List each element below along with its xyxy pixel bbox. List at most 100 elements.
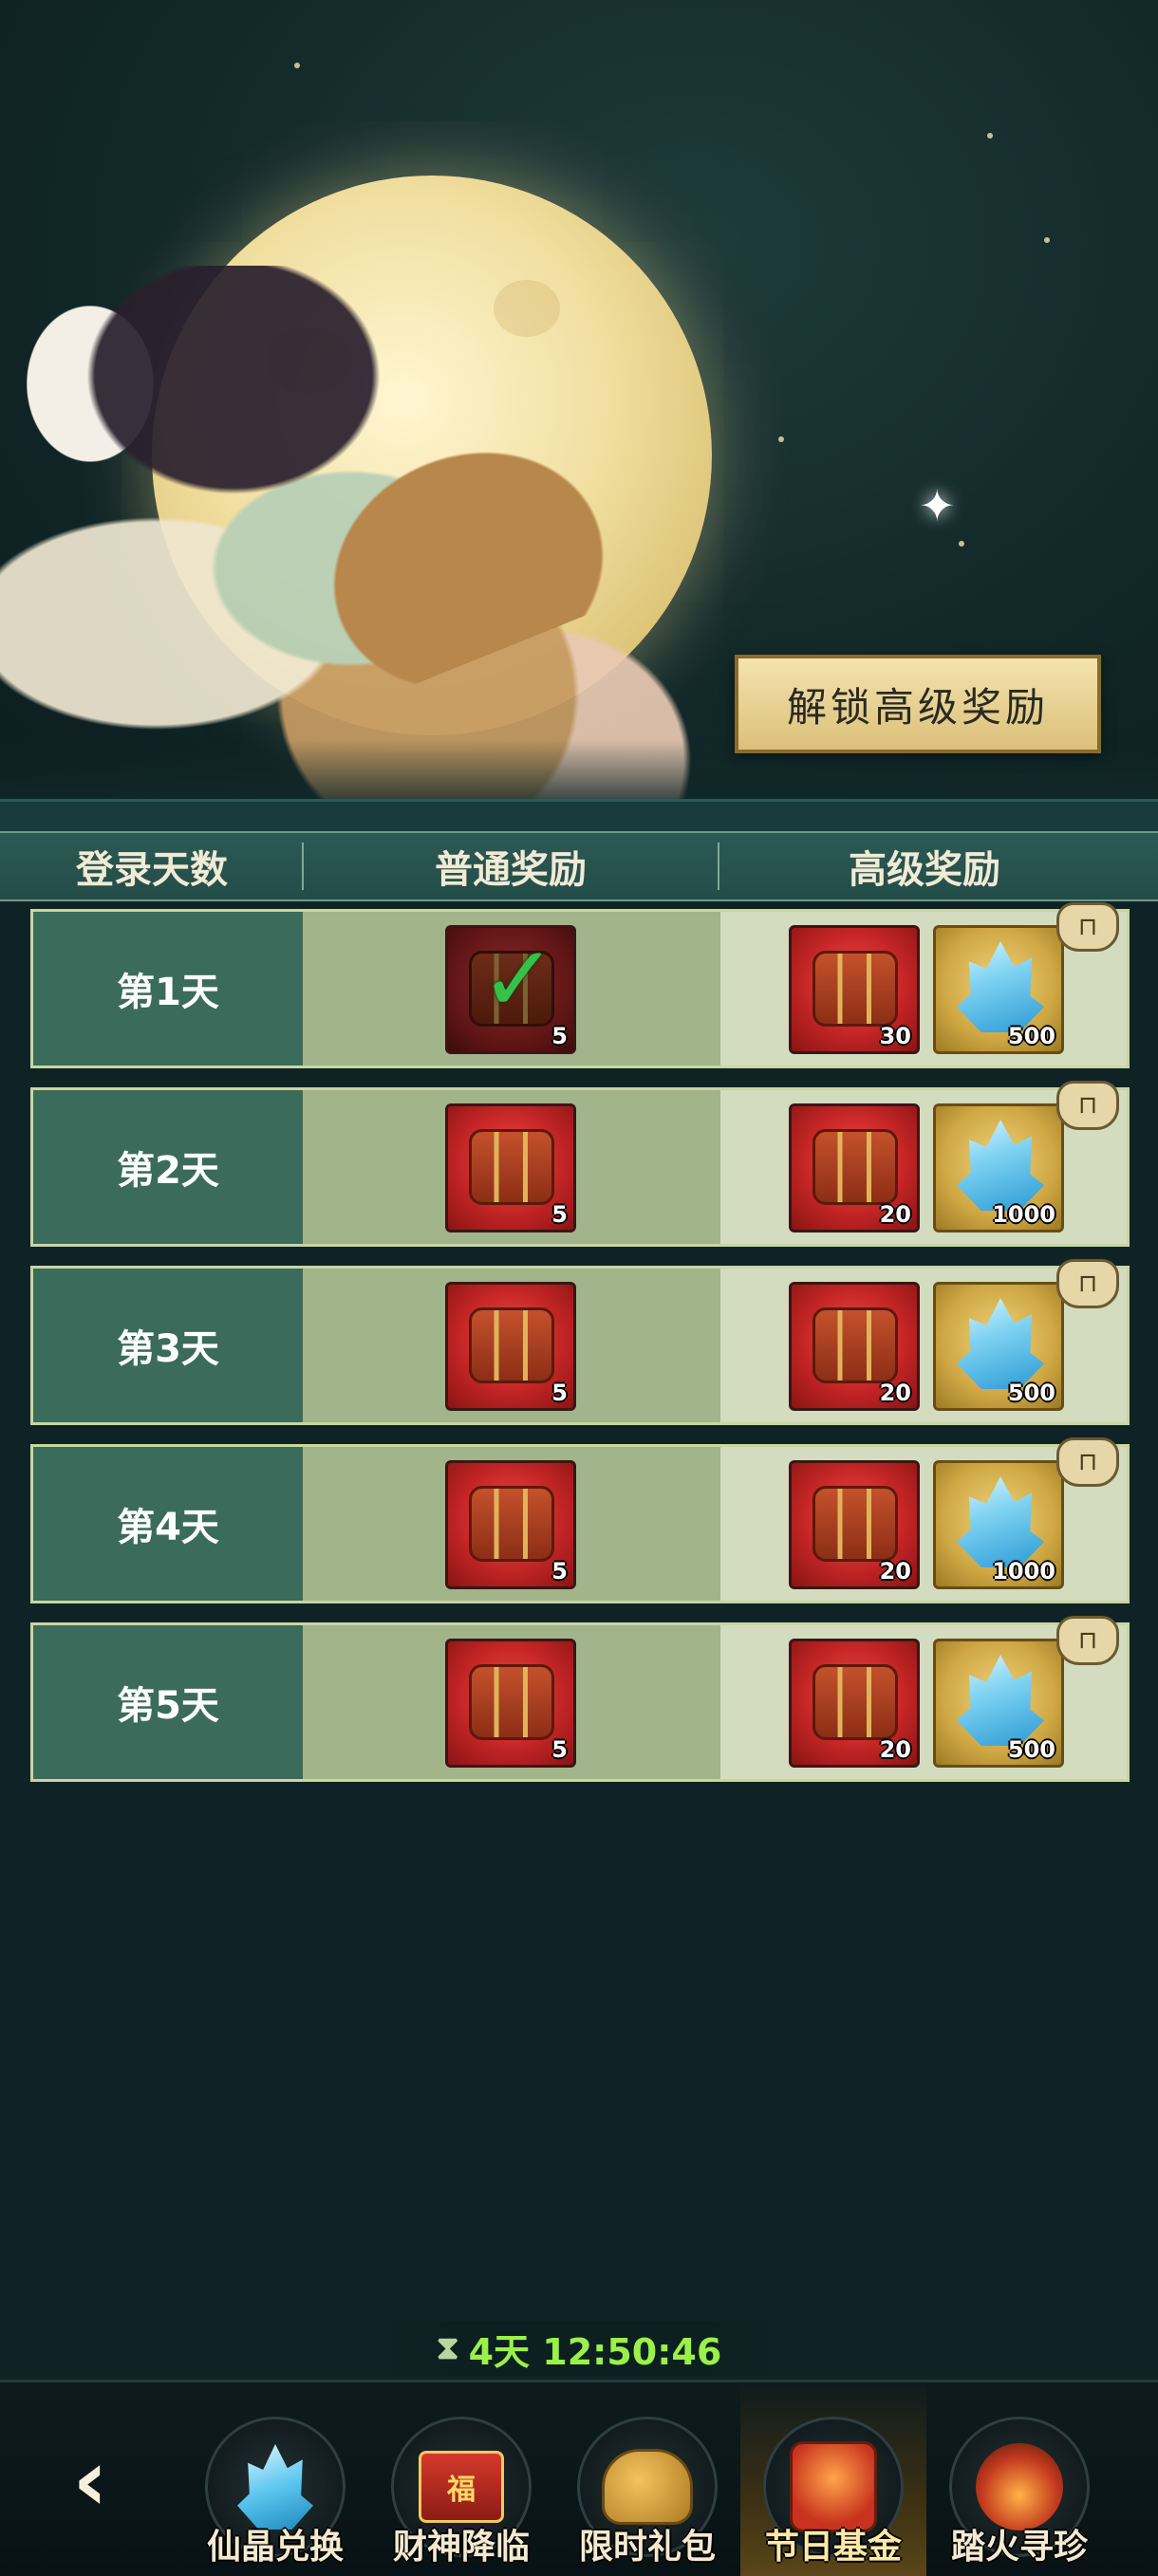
normal-reward-cell: 5 bbox=[303, 1625, 720, 1779]
tab-label: 仙晶兑换 bbox=[206, 2528, 344, 2567]
chest-icon bbox=[812, 1486, 898, 1562]
normal-reward-cell: 5 bbox=[303, 1090, 720, 1244]
normal-reward-cell: 5 bbox=[303, 1269, 720, 1422]
normal-reward-chest[interactable]: ✓ 5 bbox=[445, 925, 576, 1054]
chest-icon bbox=[812, 1664, 898, 1740]
item-quantity: 5 bbox=[551, 1380, 568, 1406]
premium-reward-chest[interactable]: 20 bbox=[789, 1103, 920, 1232]
lock-icon: ⊓ bbox=[1056, 1259, 1119, 1308]
crystal-icon bbox=[237, 2444, 313, 2530]
premium-reward-cell: 30 500 ⊓ bbox=[720, 902, 1127, 1066]
lock-icon: ⊓ bbox=[1056, 1437, 1119, 1487]
lock-icon: ⊓ bbox=[1056, 902, 1119, 952]
unlock-premium-button[interactable]: 解锁高级奖励 bbox=[735, 655, 1101, 753]
tab-god-of-wealth[interactable]: 福 财神降临 bbox=[368, 2382, 554, 2576]
header-normal-reward: 普通奖励 bbox=[435, 848, 587, 892]
premium-reward-cell: 20 500 ⊓ bbox=[720, 1616, 1127, 1779]
crystal-icon bbox=[957, 1655, 1044, 1746]
normal-reward-cell: ✓ 5 bbox=[303, 912, 720, 1066]
lock-icon: ⊓ bbox=[1056, 1616, 1119, 1665]
item-quantity: 500 bbox=[1007, 1736, 1055, 1763]
chest-icon bbox=[469, 1664, 554, 1740]
reward-row-day-3: 第3天 5 20 500 ⊓ bbox=[30, 1259, 1130, 1425]
premium-reward-chest[interactable]: 30 bbox=[789, 925, 920, 1054]
item-quantity: 500 bbox=[1007, 1023, 1055, 1049]
item-quantity: 20 bbox=[879, 1201, 911, 1228]
premium-reward-crystal[interactable]: 1000 bbox=[933, 1103, 1064, 1232]
tab-label: 财神降临 bbox=[392, 2528, 530, 2567]
premium-reward-cell: 20 500 ⊓ bbox=[720, 1259, 1127, 1422]
star-decoration bbox=[778, 436, 784, 442]
premium-reward-crystal[interactable]: 500 bbox=[933, 925, 1064, 1054]
normal-reward-chest[interactable]: 5 bbox=[445, 1460, 576, 1589]
premium-reward-chest[interactable]: 20 bbox=[789, 1460, 920, 1589]
tab-limited-pack[interactable]: 限时礼包 bbox=[554, 2382, 740, 2576]
crystal-icon bbox=[957, 1298, 1044, 1389]
countdown-text: 4天 12:50:46 bbox=[468, 2330, 722, 2373]
day-label: 第1天 bbox=[33, 912, 303, 1066]
reward-row-day-4: 第4天 5 20 1000 ⊓ bbox=[30, 1437, 1130, 1603]
item-quantity: 5 bbox=[551, 1201, 568, 1228]
header-login-days: 登录天数 bbox=[76, 848, 228, 892]
premium-reward-crystal[interactable]: 500 bbox=[933, 1639, 1064, 1768]
crystal-icon bbox=[957, 1120, 1044, 1211]
chest-icon bbox=[469, 1307, 554, 1383]
tab-fire-treasure[interactable]: 踏火寻珍 bbox=[926, 2382, 1112, 2576]
day-label: 第2天 bbox=[33, 1090, 303, 1244]
normal-reward-chest[interactable]: 5 bbox=[445, 1103, 576, 1232]
header-premium-reward: 高级奖励 bbox=[849, 848, 1000, 892]
crystal-icon bbox=[957, 941, 1044, 1032]
sparkle-icon: ✦ bbox=[919, 480, 956, 531]
normal-reward-cell: 5 bbox=[303, 1447, 720, 1601]
reward-row-day-1: 第1天 ✓ 5 30 500 ⊓ bbox=[30, 902, 1130, 1068]
item-quantity: 20 bbox=[879, 1736, 911, 1763]
lock-icon: ⊓ bbox=[1056, 1081, 1119, 1130]
bottom-navigation: ‹ 仙晶兑换 福 财神降临 限时礼包 节日基金 踏火寻珍 bbox=[0, 2380, 1158, 2576]
tab-crystal-exchange[interactable]: 仙晶兑换 bbox=[182, 2382, 368, 2576]
tab-label: 踏火寻珍 bbox=[950, 2528, 1088, 2567]
item-quantity: 1000 bbox=[992, 1201, 1055, 1228]
star-decoration bbox=[987, 133, 993, 139]
item-quantity: 5 bbox=[551, 1736, 568, 1763]
premium-reward-cell: 20 1000 ⊓ bbox=[720, 1437, 1127, 1601]
chest-icon bbox=[812, 1129, 898, 1205]
event-banner: ✦ 解锁高级奖励 bbox=[0, 0, 1158, 816]
premium-reward-crystal[interactable]: 500 bbox=[933, 1282, 1064, 1411]
day-label: 第5天 bbox=[33, 1625, 303, 1779]
premium-reward-chest[interactable]: 20 bbox=[789, 1282, 920, 1411]
item-quantity: 20 bbox=[879, 1380, 911, 1406]
item-quantity: 20 bbox=[879, 1558, 911, 1585]
crystal-icon bbox=[957, 1476, 1044, 1567]
day-label: 第3天 bbox=[33, 1269, 303, 1422]
event-countdown: ⧗ 4天 12:50:46 bbox=[380, 2321, 778, 2376]
claimed-check-icon: ✓ bbox=[480, 926, 557, 1032]
tab-label: 限时礼包 bbox=[578, 2528, 716, 2567]
item-quantity: 30 bbox=[879, 1023, 911, 1049]
premium-reward-chest[interactable]: 20 bbox=[789, 1639, 920, 1768]
chest-icon bbox=[812, 951, 898, 1027]
item-quantity: 5 bbox=[551, 1558, 568, 1585]
premium-reward-crystal[interactable]: 1000 bbox=[933, 1460, 1064, 1589]
premium-reward-cell: 20 1000 ⊓ bbox=[720, 1081, 1127, 1244]
reward-row-day-5: 第5天 5 20 500 ⊓ bbox=[30, 1616, 1130, 1782]
star-decoration bbox=[294, 63, 300, 68]
gift-box-icon: 福 bbox=[419, 2451, 504, 2523]
day-label: 第4天 bbox=[33, 1447, 303, 1601]
item-quantity: 5 bbox=[551, 1023, 568, 1049]
star-decoration bbox=[959, 541, 964, 547]
money-bag-icon bbox=[602, 2449, 693, 2525]
item-quantity: 500 bbox=[1007, 1380, 1055, 1406]
tab-label: 节日基金 bbox=[764, 2528, 902, 2567]
fire-treasure-icon bbox=[976, 2443, 1063, 2530]
normal-reward-chest[interactable]: 5 bbox=[445, 1639, 576, 1768]
reward-row-day-2: 第2天 5 20 1000 ⊓ bbox=[30, 1081, 1130, 1247]
chest-icon bbox=[469, 1129, 554, 1205]
back-arrow-icon[interactable]: ‹ bbox=[38, 2434, 142, 2529]
chest-icon bbox=[812, 1307, 898, 1383]
chest-icon bbox=[469, 1486, 554, 1562]
star-decoration bbox=[1044, 237, 1050, 243]
normal-reward-chest[interactable]: 5 bbox=[445, 1282, 576, 1411]
table-header: 登录天数 普通奖励 高级奖励 bbox=[0, 831, 1158, 901]
tab-holiday-fund[interactable]: 节日基金 bbox=[740, 2382, 926, 2576]
hourglass-icon: ⧗ bbox=[436, 2329, 459, 2367]
